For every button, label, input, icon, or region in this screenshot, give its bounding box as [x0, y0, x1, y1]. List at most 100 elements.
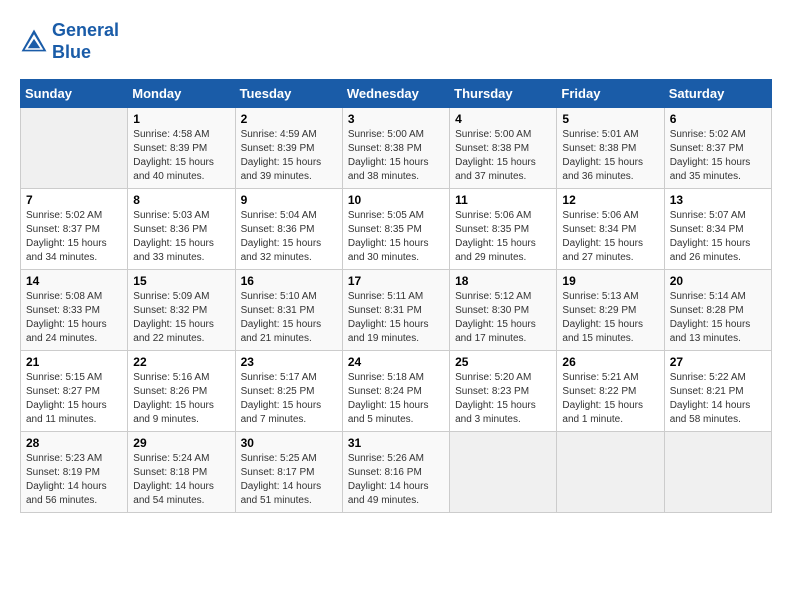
day-info: Sunrise: 5:22 AMSunset: 8:21 PMDaylight:… — [670, 371, 766, 427]
day-cell: 30 Sunrise: 5:25 AMSunset: 8:17 PMDayligh… — [235, 432, 342, 513]
day-cell — [21, 108, 128, 189]
day-number: 12 — [562, 193, 658, 207]
day-number: 4 — [455, 112, 551, 126]
day-cell: 18 Sunrise: 5:12 AMSunset: 8:30 PMDayligh… — [450, 270, 557, 351]
day-info: Sunrise: 5:07 AMSunset: 8:34 PMDaylight:… — [670, 209, 766, 265]
day-info: Sunrise: 5:18 AMSunset: 8:24 PMDaylight:… — [348, 371, 444, 427]
day-cell: 11 Sunrise: 5:06 AMSunset: 8:35 PMDayligh… — [450, 189, 557, 270]
day-number: 18 — [455, 274, 551, 288]
day-cell — [664, 432, 771, 513]
day-cell: 1Sunrise: 4:58 AMSunset: 8:39 PMDaylight… — [128, 108, 235, 189]
column-header-wednesday: Wednesday — [342, 80, 449, 108]
day-number: 20 — [670, 274, 766, 288]
day-info: Sunrise: 5:17 AMSunset: 8:25 PMDaylight:… — [241, 371, 337, 427]
day-number: 15 — [133, 274, 229, 288]
day-number: 17 — [348, 274, 444, 288]
day-cell: 29 Sunrise: 5:24 AMSunset: 8:18 PMDayligh… — [128, 432, 235, 513]
week-row-2: 7Sunrise: 5:02 AMSunset: 8:37 PMDaylight… — [21, 189, 772, 270]
column-header-saturday: Saturday — [664, 80, 771, 108]
calendar-table: SundayMondayTuesdayWednesdayThursdayFrid… — [20, 79, 772, 513]
day-cell: 3 Sunrise: 5:00 AMSunset: 8:38 PMDaylight… — [342, 108, 449, 189]
day-number: 5 — [562, 112, 658, 126]
day-cell: 26 Sunrise: 5:21 AMSunset: 8:22 PMDayligh… — [557, 351, 664, 432]
week-row-3: 14 Sunrise: 5:08 AMSunset: 8:33 PMDayligh… — [21, 270, 772, 351]
column-header-monday: Monday — [128, 80, 235, 108]
day-cell: 27Sunrise: 5:22 AMSunset: 8:21 PMDayligh… — [664, 351, 771, 432]
day-cell: 25 Sunrise: 5:20 AMSunset: 8:23 PMDayligh… — [450, 351, 557, 432]
day-number: 29 — [133, 436, 229, 450]
day-info: Sunrise: 5:25 AMSunset: 8:17 PMDaylight:… — [241, 452, 337, 508]
day-info: Sunrise: 5:01 AMSunset: 8:38 PMDaylight:… — [562, 128, 658, 184]
day-number: 25 — [455, 355, 551, 369]
day-info: Sunrise: 5:24 AMSunset: 8:18 PMDaylight:… — [133, 452, 229, 508]
column-header-sunday: Sunday — [21, 80, 128, 108]
day-info: Sunrise: 5:04 AMSunset: 8:36 PMDaylight:… — [241, 209, 337, 265]
day-cell: 24Sunrise: 5:18 AMSunset: 8:24 PMDayligh… — [342, 351, 449, 432]
day-cell: 4 Sunrise: 5:00 AMSunset: 8:38 PMDaylight… — [450, 108, 557, 189]
day-cell: 14 Sunrise: 5:08 AMSunset: 8:33 PMDayligh… — [21, 270, 128, 351]
day-cell: 19 Sunrise: 5:13 AMSunset: 8:29 PMDayligh… — [557, 270, 664, 351]
day-info: Sunrise: 5:03 AMSunset: 8:36 PMDaylight:… — [133, 209, 229, 265]
day-cell: 23 Sunrise: 5:17 AMSunset: 8:25 PMDayligh… — [235, 351, 342, 432]
day-info: Sunrise: 5:21 AMSunset: 8:22 PMDaylight:… — [562, 371, 658, 427]
day-number: 13 — [670, 193, 766, 207]
day-info: Sunrise: 5:00 AMSunset: 8:38 PMDaylight:… — [455, 128, 551, 184]
day-cell: 31 Sunrise: 5:26 AMSunset: 8:16 PMDayligh… — [342, 432, 449, 513]
week-row-1: 1Sunrise: 4:58 AMSunset: 8:39 PMDaylight… — [21, 108, 772, 189]
day-number: 14 — [26, 274, 122, 288]
logo-icon — [20, 28, 48, 56]
day-cell: 6 Sunrise: 5:02 AMSunset: 8:37 PMDaylight… — [664, 108, 771, 189]
day-info: Sunrise: 5:08 AMSunset: 8:33 PMDaylight:… — [26, 290, 122, 346]
day-number: 3 — [348, 112, 444, 126]
day-cell: 9 Sunrise: 5:04 AMSunset: 8:36 PMDaylight… — [235, 189, 342, 270]
column-header-friday: Friday — [557, 80, 664, 108]
day-cell: 8 Sunrise: 5:03 AMSunset: 8:36 PMDaylight… — [128, 189, 235, 270]
day-cell: 20 Sunrise: 5:14 AMSunset: 8:28 PMDayligh… — [664, 270, 771, 351]
day-number: 30 — [241, 436, 337, 450]
page-header: General Blue — [20, 20, 772, 63]
day-number: 6 — [670, 112, 766, 126]
day-cell — [557, 432, 664, 513]
day-cell: 21 Sunrise: 5:15 AMSunset: 8:27 PMDayligh… — [21, 351, 128, 432]
day-info: Sunrise: 5:15 AMSunset: 8:27 PMDaylight:… — [26, 371, 122, 427]
day-info: Sunrise: 5:23 AMSunset: 8:19 PMDaylight:… — [26, 452, 122, 508]
day-info: Sunrise: 5:06 AMSunset: 8:34 PMDaylight:… — [562, 209, 658, 265]
day-number: 26 — [562, 355, 658, 369]
day-cell: 16 Sunrise: 5:10 AMSunset: 8:31 PMDayligh… — [235, 270, 342, 351]
day-number: 19 — [562, 274, 658, 288]
day-number: 23 — [241, 355, 337, 369]
day-info: Sunrise: 5:10 AMSunset: 8:31 PMDaylight:… — [241, 290, 337, 346]
day-info: Sunrise: 5:26 AMSunset: 8:16 PMDaylight:… — [348, 452, 444, 508]
day-number: 8 — [133, 193, 229, 207]
column-header-tuesday: Tuesday — [235, 80, 342, 108]
day-cell: 22 Sunrise: 5:16 AMSunset: 8:26 PMDayligh… — [128, 351, 235, 432]
day-info: Sunrise: 5:11 AMSunset: 8:31 PMDaylight:… — [348, 290, 444, 346]
logo: General Blue — [20, 20, 119, 63]
day-info: Sunrise: 5:09 AMSunset: 8:32 PMDaylight:… — [133, 290, 229, 346]
day-info: Sunrise: 5:20 AMSunset: 8:23 PMDaylight:… — [455, 371, 551, 427]
day-info: Sunrise: 4:59 AMSunset: 8:39 PMDaylight:… — [241, 128, 337, 184]
day-info: Sunrise: 5:14 AMSunset: 8:28 PMDaylight:… — [670, 290, 766, 346]
day-info: Sunrise: 5:13 AMSunset: 8:29 PMDaylight:… — [562, 290, 658, 346]
day-number: 9 — [241, 193, 337, 207]
day-number: 22 — [133, 355, 229, 369]
day-cell: 7Sunrise: 5:02 AMSunset: 8:37 PMDaylight… — [21, 189, 128, 270]
day-info: Sunrise: 5:02 AMSunset: 8:37 PMDaylight:… — [670, 128, 766, 184]
day-number: 31 — [348, 436, 444, 450]
day-info: Sunrise: 4:58 AMSunset: 8:39 PMDaylight:… — [133, 128, 229, 184]
day-info: Sunrise: 5:16 AMSunset: 8:26 PMDaylight:… — [133, 371, 229, 427]
day-cell: 15 Sunrise: 5:09 AMSunset: 8:32 PMDayligh… — [128, 270, 235, 351]
week-row-4: 21 Sunrise: 5:15 AMSunset: 8:27 PMDayligh… — [21, 351, 772, 432]
day-info: Sunrise: 5:00 AMSunset: 8:38 PMDaylight:… — [348, 128, 444, 184]
logo-text: General Blue — [52, 20, 119, 63]
day-number: 21 — [26, 355, 122, 369]
day-cell: 5 Sunrise: 5:01 AMSunset: 8:38 PMDaylight… — [557, 108, 664, 189]
day-info: Sunrise: 5:06 AMSunset: 8:35 PMDaylight:… — [455, 209, 551, 265]
day-number: 16 — [241, 274, 337, 288]
day-cell: 28Sunrise: 5:23 AMSunset: 8:19 PMDayligh… — [21, 432, 128, 513]
day-cell: 12 Sunrise: 5:06 AMSunset: 8:34 PMDayligh… — [557, 189, 664, 270]
day-cell: 13 Sunrise: 5:07 AMSunset: 8:34 PMDayligh… — [664, 189, 771, 270]
day-info: Sunrise: 5:12 AMSunset: 8:30 PMDaylight:… — [455, 290, 551, 346]
day-cell: 10Sunrise: 5:05 AMSunset: 8:35 PMDayligh… — [342, 189, 449, 270]
day-number: 11 — [455, 193, 551, 207]
